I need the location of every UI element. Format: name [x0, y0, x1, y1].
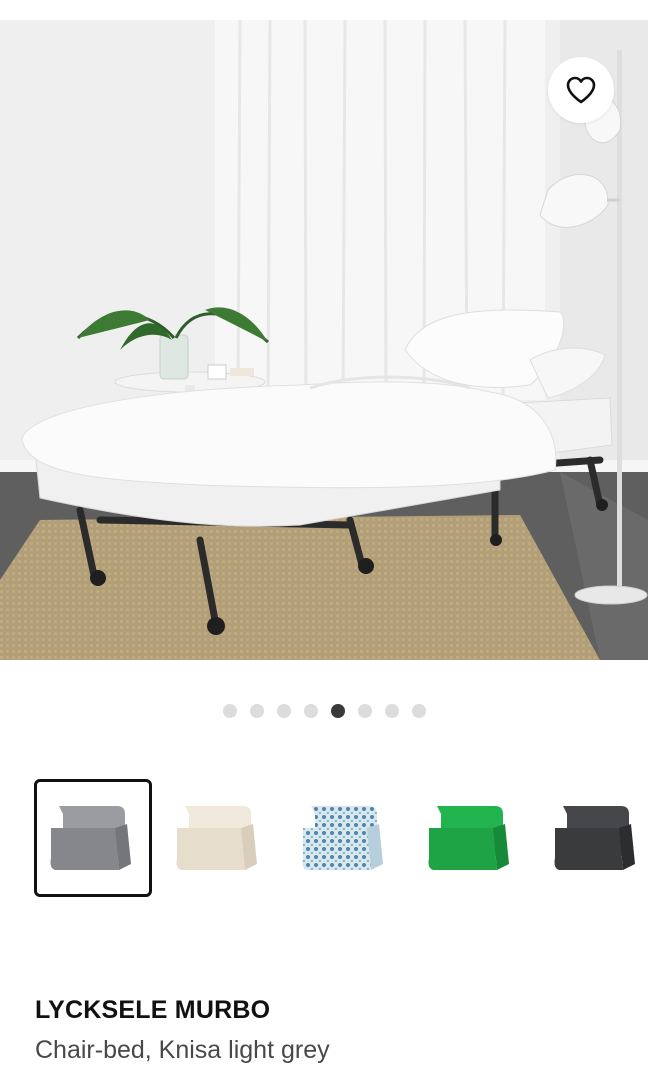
- chair-natural-thumbnail: [176, 806, 257, 870]
- swatch-patterned-blue[interactable]: [286, 779, 404, 897]
- product-page: LYCKSELE MURBO Chair-bed, Knisa light gr…: [0, 0, 648, 1080]
- carousel-dot[interactable]: [222, 704, 237, 718]
- carousel-dot[interactable]: [303, 704, 318, 718]
- chair-light-grey-thumbnail: [50, 806, 131, 870]
- product-description: Chair-bed, Knisa light grey: [35, 1036, 330, 1064]
- carousel-dot[interactable]: [384, 704, 399, 718]
- carousel-dot-active[interactable]: [330, 704, 345, 718]
- chair-bright-green-thumbnail: [428, 806, 509, 870]
- favourite-button[interactable]: [548, 57, 614, 123]
- chair-dark-grey-thumbnail: [554, 806, 635, 870]
- product-hero-image[interactable]: [0, 20, 648, 660]
- chair-patterned-blue-thumbnail: [302, 806, 383, 870]
- carousel-dot[interactable]: [357, 704, 372, 718]
- swatch-dark-grey[interactable]: [538, 779, 648, 897]
- carousel-dot[interactable]: [276, 704, 291, 718]
- swatch-natural[interactable]: [160, 779, 278, 897]
- colour-swatch-list: [34, 779, 648, 897]
- heart-outline-icon: [566, 76, 596, 104]
- swatch-light-grey[interactable]: [34, 779, 152, 897]
- product-name: LYCKSELE MURBO: [35, 996, 271, 1024]
- image-carousel-dots: [0, 704, 648, 718]
- carousel-dot[interactable]: [411, 704, 426, 718]
- swatch-bright-green[interactable]: [412, 779, 530, 897]
- carousel-dot[interactable]: [249, 704, 264, 718]
